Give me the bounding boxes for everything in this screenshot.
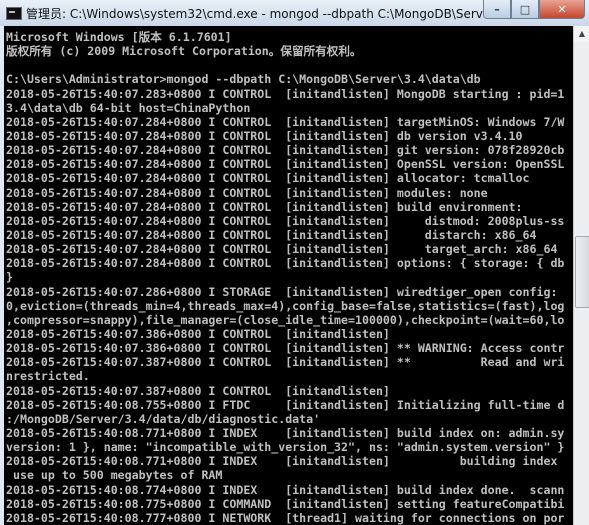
console-line: 2018-05-26T15:40:08.771+0800 I INDEX [in… xyxy=(6,454,558,469)
console-line: 2018-05-26T15:40:07.284+0800 I CONTROL [… xyxy=(6,227,537,242)
console-line: 2018-05-26T15:40:07.283+0800 I CONTROL [… xyxy=(6,86,565,101)
console-line: 2018-05-26T15:40:07.284+0800 I CONTROL [… xyxy=(6,256,565,271)
window-controls: – □ ✕ xyxy=(483,0,585,19)
title-bar[interactable]: 管理员: C:\Windows\system32\cmd.exe - mongo… xyxy=(0,0,589,26)
minimize-button[interactable]: – xyxy=(483,0,511,19)
console-line: 3.4\data\db 64-bit host=ChinaPython xyxy=(6,100,251,115)
console-line: 2018-05-26T15:40:07.284+0800 I CONTROL [… xyxy=(6,213,565,228)
scroll-up-arrow-icon[interactable]: ▲ xyxy=(574,26,589,42)
console-line: nrestricted. xyxy=(6,369,90,384)
console-line: 2018-05-26T15:40:07.284+0800 I CONTROL [… xyxy=(6,171,530,186)
console-line: 2018-05-26T15:40:07.284+0800 I CONTROL [… xyxy=(6,114,565,129)
console-line: 2018-05-26T15:40:07.387+0800 I CONTROL [… xyxy=(6,383,390,398)
console-line: 版权所有 (c) 2009 Microsoft Corporation。保留所有… xyxy=(6,44,362,59)
close-button[interactable]: ✕ xyxy=(539,0,585,19)
console-line: version: 1 }, name: "incompatible_with_v… xyxy=(6,440,565,455)
console-line: ,compressor=snappy),file_manager=(close_… xyxy=(6,312,565,327)
console-line: 2018-05-26T15:40:07.286+0800 I STORAGE [… xyxy=(6,284,558,299)
vertical-scrollbar[interactable]: ▲ xyxy=(573,26,589,525)
console-line: 2018-05-26T15:40:07.386+0800 I CONTROL [… xyxy=(6,341,565,356)
console-line: 2018-05-26T15:40:08.777+0800 I NETWORK [… xyxy=(6,510,565,525)
console-line: 2018-05-26T15:40:07.284+0800 I CONTROL [… xyxy=(6,157,565,172)
console-line: 2018-05-26T15:40:07.386+0800 I CONTROL [… xyxy=(6,326,390,341)
console-output[interactable]: Microsoft Windows [版本 6.1.7601] 版权所有 (c) … xyxy=(4,26,573,525)
console-line: C:\Users\Administrator>mongod --dbpath C… xyxy=(6,72,481,87)
console-line: 2018-05-26T15:40:08.771+0800 I INDEX [in… xyxy=(6,425,565,440)
console-line: 2018-05-26T15:40:07.284+0800 I CONTROL [… xyxy=(6,128,523,143)
console-line: 2018-05-26T15:40:07.284+0800 I CONTROL [… xyxy=(6,185,488,200)
console-line: 0,eviction=(threads_min=4,threads_max=4)… xyxy=(6,298,565,313)
cmd-icon[interactable] xyxy=(6,7,22,20)
console-line: 2018-05-26T15:40:07.284+0800 I CONTROL [… xyxy=(6,242,558,257)
window-title: 管理员: C:\Windows\system32\cmd.exe - mongo… xyxy=(26,7,496,21)
console-line: } xyxy=(6,270,13,285)
console-line: 2018-05-26T15:40:07.284+0800 I CONTROL [… xyxy=(6,143,565,158)
console-line: 2018-05-26T15:40:08.775+0800 I COMMAND [… xyxy=(6,496,565,511)
console-line: 2018-05-26T15:40:07.284+0800 I CONTROL [… xyxy=(6,199,523,214)
maximize-button[interactable]: □ xyxy=(511,0,539,19)
scrollbar-thumb[interactable] xyxy=(575,236,589,308)
console-line: Microsoft Windows [版本 6.1.7601] xyxy=(6,30,232,44)
console-line: 2018-05-26T15:40:07.387+0800 I CONTROL [… xyxy=(6,355,565,370)
console-line: use up to 500 megabytes of RAM xyxy=(6,468,223,483)
console-line: :/MongoDB/Server/3.4/data/db/diagnostic.… xyxy=(6,411,321,426)
console-line: 2018-05-26T15:40:08.774+0800 I INDEX [in… xyxy=(6,482,565,497)
console-line: 2018-05-26T15:40:08.755+0800 I FTDC [ini… xyxy=(6,397,565,412)
